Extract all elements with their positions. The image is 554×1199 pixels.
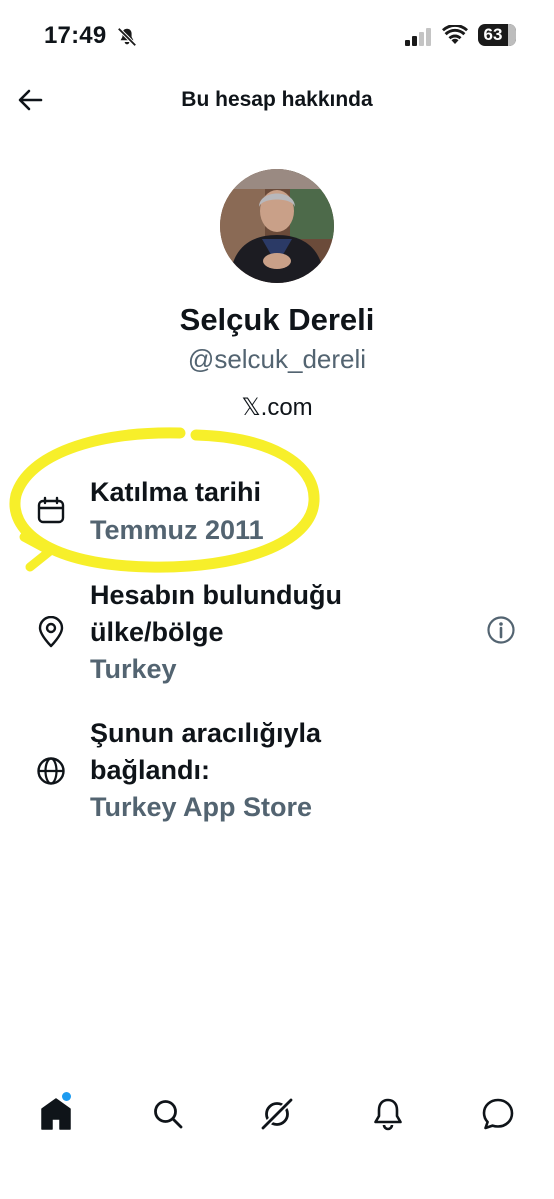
- search-icon[interactable]: [150, 1096, 186, 1132]
- avatar[interactable]: [220, 169, 334, 283]
- location-label-line2: ülke/bölge: [90, 617, 224, 647]
- notifications-icon[interactable]: [370, 1096, 406, 1132]
- platform-label: 𝕏.com: [241, 394, 313, 421]
- messages-icon[interactable]: [480, 1096, 516, 1132]
- connected-label-line2: bağlandı:: [90, 755, 210, 785]
- joined-label: Katılma tarihi: [90, 477, 262, 507]
- avatar-photo: [220, 169, 334, 283]
- calendar-icon: [37, 496, 65, 524]
- wifi-icon: [442, 25, 468, 44]
- info-icon[interactable]: [486, 615, 516, 645]
- profile-handle: @selcuk_dereli: [187, 344, 367, 374]
- status-bar: 17:49 63: [0, 0, 554, 70]
- location-value: Turkey: [90, 654, 177, 684]
- bell-muted-icon: [117, 27, 137, 47]
- home-notification-dot: [62, 1092, 71, 1101]
- battery-indicator: 63: [478, 24, 516, 46]
- battery-level: 63: [483, 25, 503, 44]
- status-time: 17:49: [44, 22, 107, 49]
- page-title: Bu hesap hakkında: [181, 88, 373, 111]
- connected-value: Turkey App Store: [90, 792, 313, 822]
- location-label-line1: Hesabın bulunduğu: [90, 580, 342, 610]
- joined-value: Temmuz 2011: [90, 515, 264, 545]
- globe-icon: [37, 757, 65, 785]
- cellular-signal-icon: [405, 28, 431, 46]
- header: Bu hesap hakkında: [0, 80, 554, 120]
- connected-label-line1: Şunun aracılığıyla: [90, 718, 322, 748]
- grok-icon[interactable]: [259, 1096, 295, 1132]
- location-pin-icon: [38, 616, 64, 648]
- home-icon[interactable]: [38, 1096, 74, 1132]
- display-name: Selçuk Dereli: [179, 302, 375, 337]
